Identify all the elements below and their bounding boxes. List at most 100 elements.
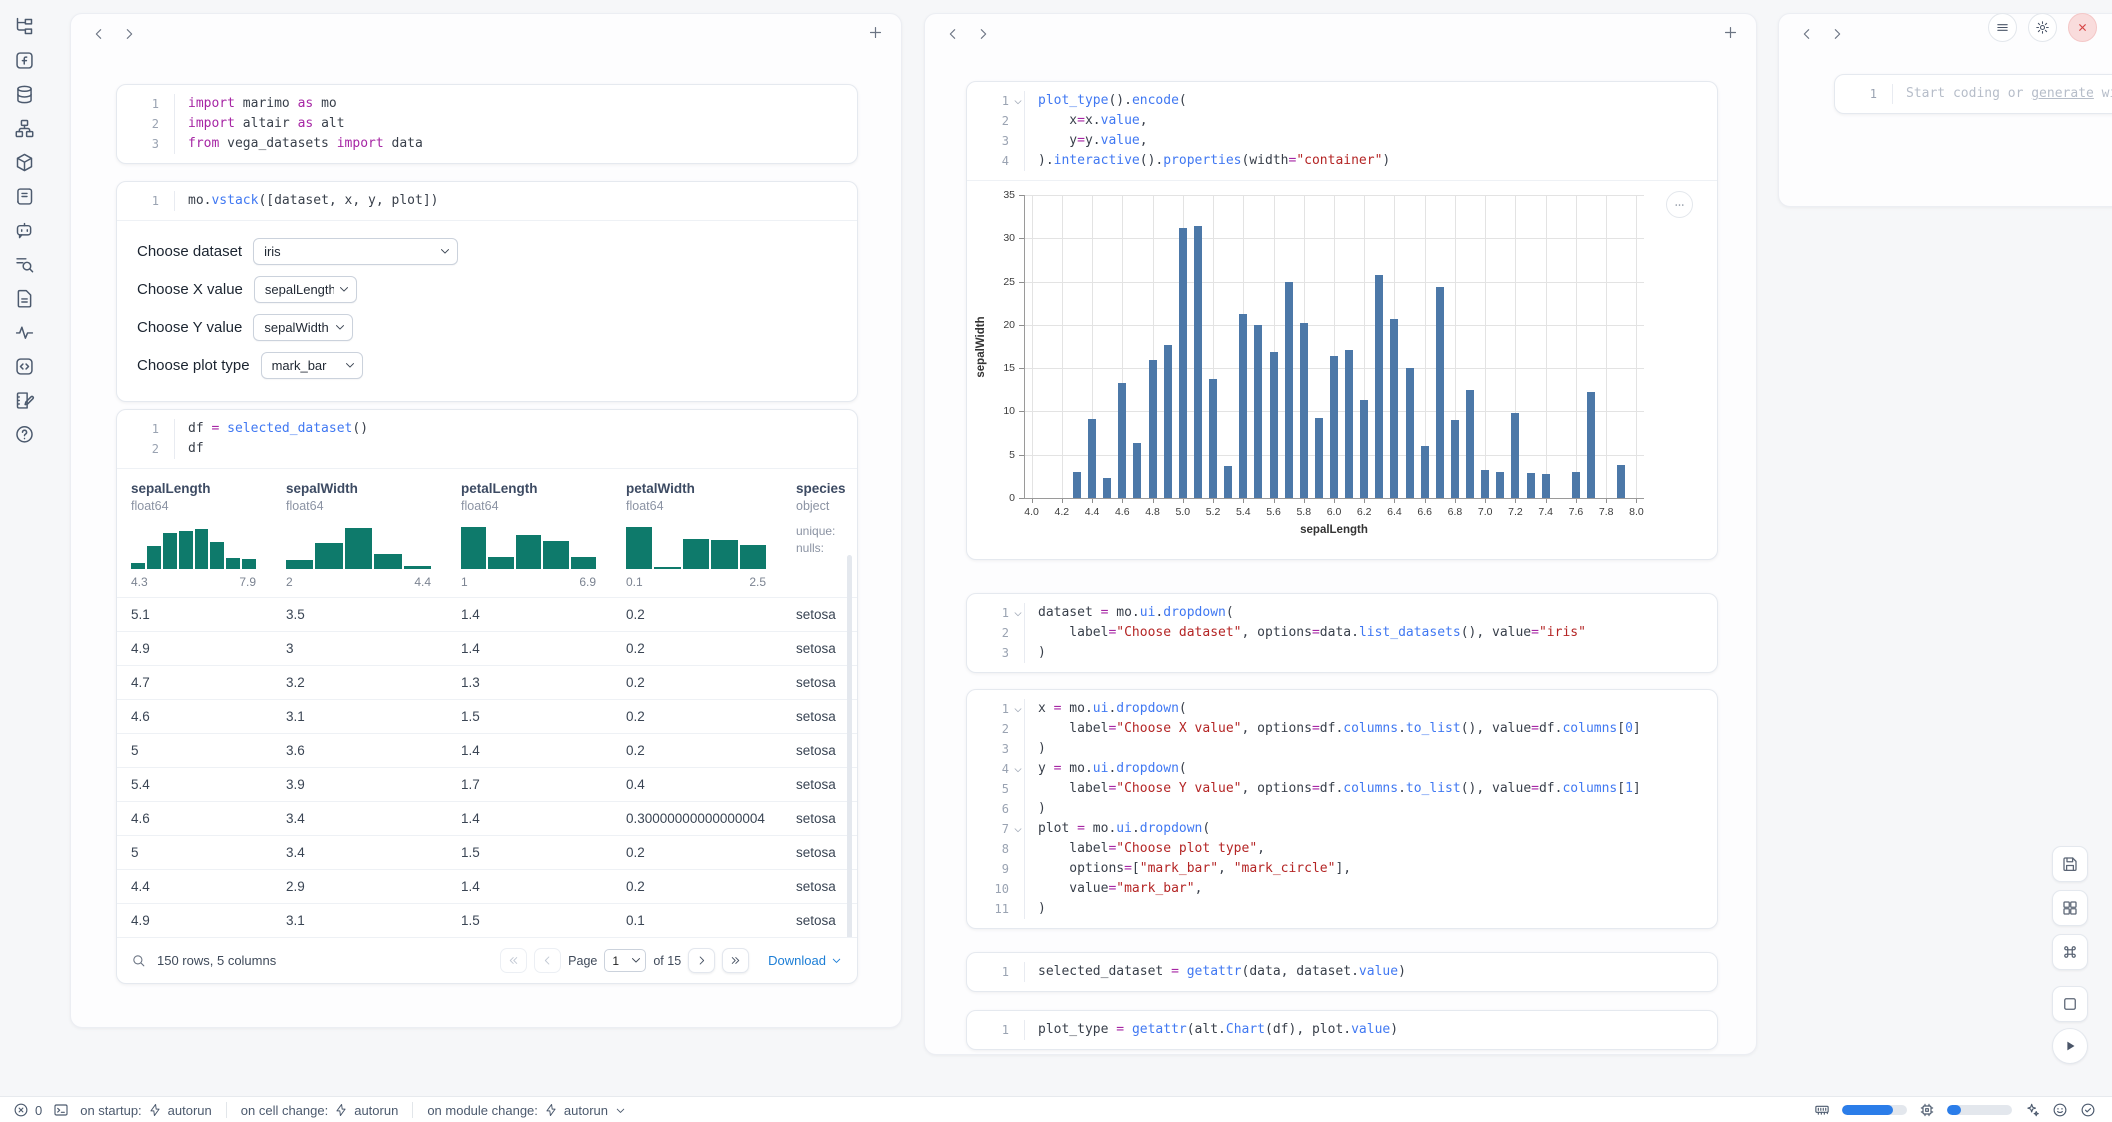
help-icon[interactable] [14,424,35,445]
fold-chevron-icon[interactable] [1012,703,1024,715]
table-row[interactable]: 4.93.11.50.1setosa [117,903,857,937]
x-tick-label: 5.0 [1169,506,1197,518]
download-button[interactable]: Download [768,953,843,968]
dropdown-select[interactable]: sepalWidth [253,314,353,341]
column-header-petalLength[interactable]: petalLengthfloat6416.9 [461,481,626,589]
database-icon[interactable] [14,84,35,105]
scratchpad-icon[interactable] [14,390,35,411]
tracing-icon[interactable] [14,322,35,343]
save-button[interactable] [2052,846,2088,882]
code-editor-vstack[interactable]: 1mo.vstack([dataset, x, y, plot]) [117,182,857,220]
code-editor-plottype[interactable]: 1plot_type = getattr(alt.Chart(df), plot… [967,1011,1717,1049]
last-page-button[interactable] [722,948,749,973]
code-line: import marimo as mo [175,94,337,114]
table-row[interactable]: 53.61.40.2setosa [117,733,857,767]
prev-page-button[interactable] [534,948,561,973]
column-histogram[interactable] [626,525,766,569]
column-prev-button[interactable] [89,25,109,45]
dropdown-select[interactable]: iris [253,238,458,265]
code-line: selected_dataset = getattr(data, dataset… [1025,962,1406,982]
run-cells-button[interactable] [2052,1028,2088,1064]
cell-imports: 1import marimo as mo2import altair as al… [116,84,858,164]
column-next-button[interactable] [119,25,139,45]
fold-chevron-icon[interactable] [1012,95,1024,107]
table-row[interactable]: 5.13.51.40.2setosa [117,597,857,631]
on-startup-setting[interactable]: on startup: autorun [80,1103,212,1118]
logs-search-icon[interactable] [14,254,35,275]
column-histogram[interactable] [461,525,596,569]
x-tick-label: 5.6 [1260,506,1288,518]
chat-bot-icon[interactable] [14,220,35,241]
connection-status-icon[interactable] [2080,1102,2096,1118]
search-icon[interactable] [131,953,146,968]
code-editor-xyplot[interactable]: 1x = mo.ui.dropdown(2 label="Choose X va… [967,690,1717,928]
notebook-menu-button[interactable] [1988,13,2017,42]
code-snippets-icon[interactable] [14,356,35,377]
table-row[interactable]: 53.41.50.2setosa [117,835,857,869]
copilot-button[interactable] [2052,1102,2068,1118]
column-header-sepalLength[interactable]: sepalLengthfloat644.37.9 [131,481,286,589]
column-histogram[interactable] [131,525,256,569]
code-editor-imports[interactable]: 1import marimo as mo2import altair as al… [117,85,857,163]
table-row[interactable]: 4.42.91.40.2setosa [117,869,857,903]
table-row[interactable]: 4.63.11.50.2setosa [117,699,857,733]
chart-output: 051015202530354.04.24.44.64.85.05.25.45.… [967,181,1717,559]
column-next-button[interactable] [1827,25,1847,45]
function-square-icon[interactable] [14,50,35,71]
on-module-change-setting[interactable]: on module change: autorun [427,1103,627,1118]
column-histogram[interactable] [286,525,431,569]
document-icon[interactable] [14,288,35,309]
code-editor-empty[interactable]: 1 Start coding or generate with AI [1835,75,2112,113]
table-row[interactable]: 5.43.91.70.4setosa [117,767,857,801]
line-number: 1 [1002,699,1012,719]
table-row[interactable]: 4.931.40.2setosa [117,631,857,665]
line-number: 1 [152,191,162,211]
code-editor-dataset[interactable]: 1dataset = mo.ui.dropdown(2 label="Choos… [967,594,1717,672]
shutdown-button[interactable] [2068,13,2097,42]
next-page-button[interactable] [688,948,715,973]
code-editor-chart[interactable]: 1plot_type().encode(2 x=x.value,3 y=y.va… [967,82,1717,180]
package-icon[interactable] [14,152,35,173]
code-line: ) [1025,643,1046,663]
fold-chevron-icon[interactable] [1012,607,1024,619]
bar [1103,478,1111,498]
line-number: 10 [995,879,1012,899]
helper-panel-button[interactable] [2052,986,2088,1022]
page-select[interactable]: 1 [604,949,646,972]
first-page-button[interactable] [500,948,527,973]
dropdown-select[interactable]: mark_bar [261,352,363,379]
dropdown-choose-y-value: sepalWidth [253,314,353,341]
scroll-icon[interactable] [14,186,35,207]
keyboard-shortcuts-button[interactable] [2052,934,2088,970]
code-editor-df[interactable]: 1df = selected_dataset()2df [117,410,857,468]
on-cell-change-setting[interactable]: on cell change: autorun [241,1103,399,1118]
errors-indicator[interactable]: 0 [13,1102,42,1118]
fold-chevron-icon[interactable] [1012,763,1024,775]
bar [1224,466,1232,498]
x-tick-label: 5.4 [1229,506,1257,518]
table-cell: 1.5 [461,913,626,928]
table-row[interactable]: 4.63.41.40.30000000000000004setosa [117,801,857,835]
ai-sparkles-button[interactable] [2024,1102,2040,1118]
chart-menu-button[interactable] [1666,191,1693,218]
table-row[interactable]: 4.73.21.30.2setosa [117,665,857,699]
column-prev-button[interactable] [943,25,963,45]
layout-select-button[interactable] [2052,890,2088,926]
settings-button[interactable] [2028,13,2057,42]
dropdown-select[interactable]: sepalLength [254,276,357,303]
column-header-petalWidth[interactable]: petalWidthfloat640.12.5 [626,481,796,589]
add-cell-button[interactable] [865,24,885,44]
dropdown-label: Choose Y value [137,319,242,336]
dependency-graph-icon[interactable] [14,118,35,139]
column-header-sepalWidth[interactable]: sepalWidthfloat6424.4 [286,481,461,589]
file-tree-icon[interactable] [14,16,35,37]
column-prev-button[interactable] [1797,25,1817,45]
column-next-button[interactable] [973,25,993,45]
generate-link[interactable]: generate [2031,86,2094,101]
add-cell-button[interactable] [1720,24,1740,44]
table-scrollbar[interactable] [847,555,852,937]
fold-chevron-icon[interactable] [1012,823,1024,835]
bar [1194,226,1202,498]
code-editor-selected[interactable]: 1selected_dataset = getattr(data, datase… [967,953,1717,991]
terminal-button[interactable] [53,1102,69,1118]
